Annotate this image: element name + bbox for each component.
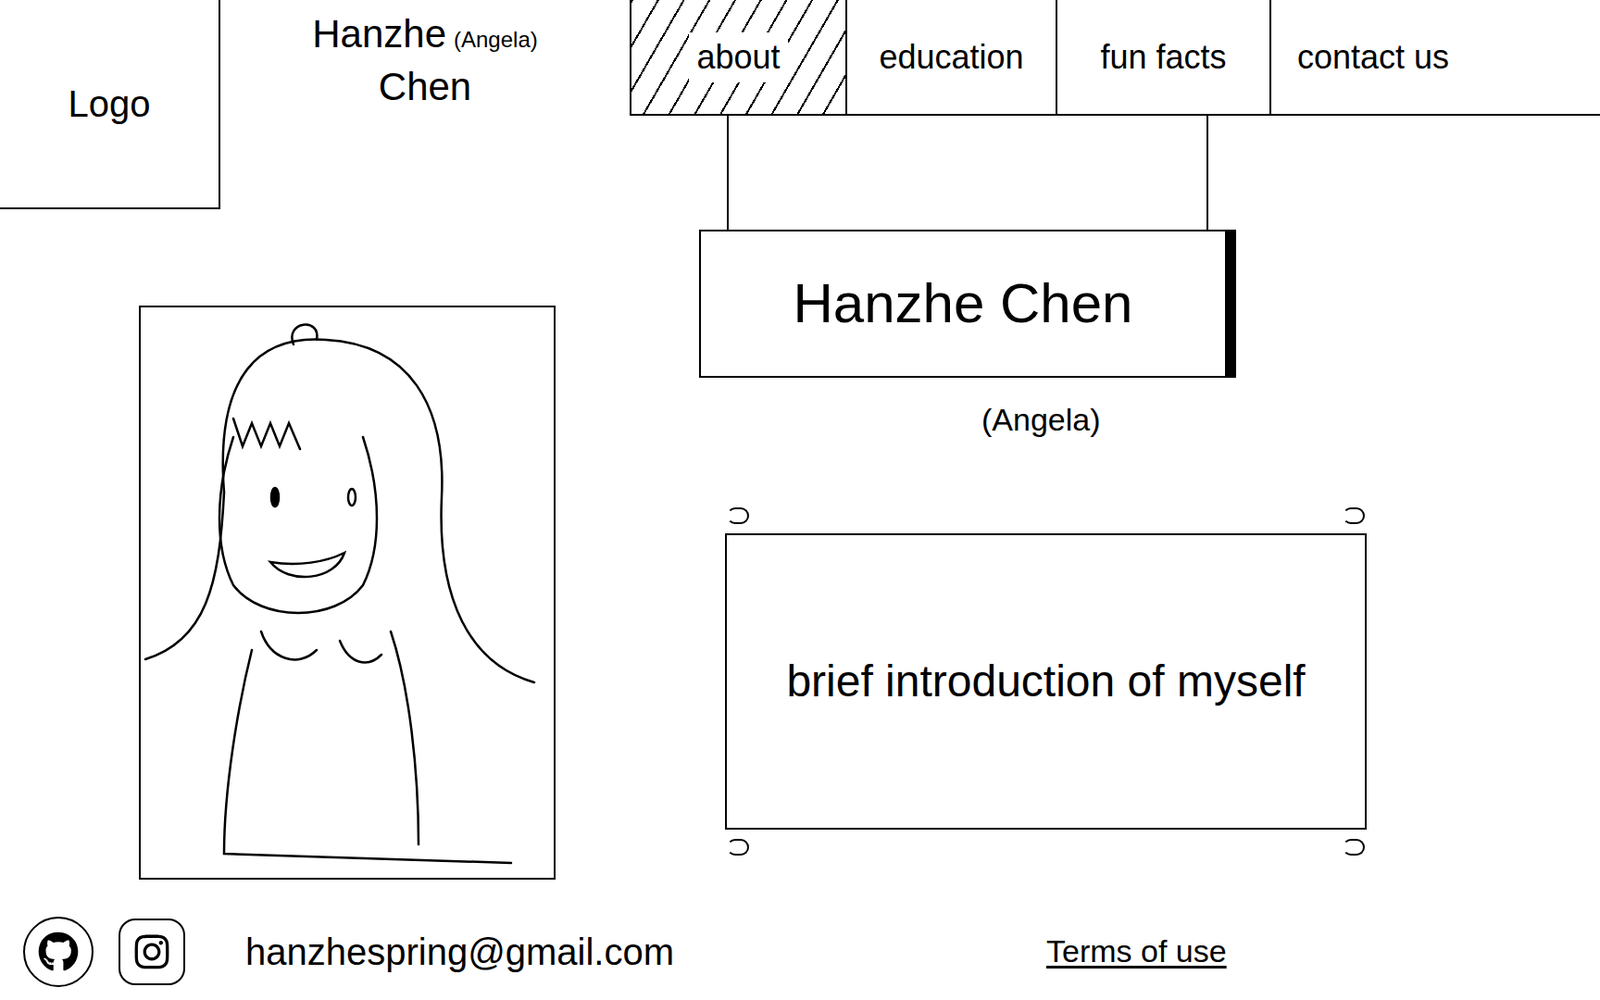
brand-first: Hanzhe <box>312 4 447 63</box>
sign-board: Hanzhe Chen <box>699 229 1237 378</box>
brand-last: Chen <box>378 62 472 113</box>
nav-item[interactable]: education <box>845 0 1056 114</box>
sign-nickname: (Angela) <box>981 396 1600 444</box>
left-column: Logo Hanzhe(Angela) Chen <box>0 0 630 903</box>
corner-curl <box>1342 507 1365 525</box>
corner-curl <box>1342 838 1365 856</box>
email[interactable]: hanzhespring@gmail.com <box>245 924 1047 980</box>
corner-curl <box>726 838 750 856</box>
portrait-frame <box>138 305 556 880</box>
logo[interactable]: Logo <box>0 0 221 210</box>
brand-nickname: (Angela) <box>453 23 538 57</box>
hanging-sign: Hanzhe Chen <box>699 115 1237 378</box>
page: LogoHanzhe(Angela)Chenabouteducationfun … <box>0 0 1600 1000</box>
right-column: abouteducationfun factscontact us Hanzhe … <box>629 0 1600 903</box>
nav-item[interactable]: about <box>629 0 846 114</box>
instagram-icon <box>132 932 172 972</box>
footer: hanzhespring@gmail.comTerms of use <box>0 902 1600 1000</box>
header-left: Logo Hanzhe(Angela) Chen <box>0 0 630 210</box>
main: LogoHanzhe(Angela)Chenabouteducationfun … <box>0 0 1600 903</box>
intro-box: brief introduction of myself <box>725 533 1367 830</box>
nav-item[interactable]: fun facts <box>1055 0 1270 114</box>
instagram-link[interactable] <box>118 918 186 986</box>
sign-string <box>726 115 729 230</box>
github-icon <box>37 931 79 973</box>
brand-name[interactable]: Hanzhe(Angela) Chen <box>220 0 630 116</box>
terms-link[interactable]: Terms of use <box>1046 927 1227 975</box>
nav-bar: abouteducationfun factscontact us <box>629 0 1600 116</box>
sign-string <box>1206 115 1209 230</box>
github-link[interactable] <box>23 916 94 988</box>
portrait-drawing-icon <box>140 307 554 878</box>
nav-item[interactable]: contact us <box>1269 0 1600 114</box>
corner-curl <box>726 507 750 525</box>
